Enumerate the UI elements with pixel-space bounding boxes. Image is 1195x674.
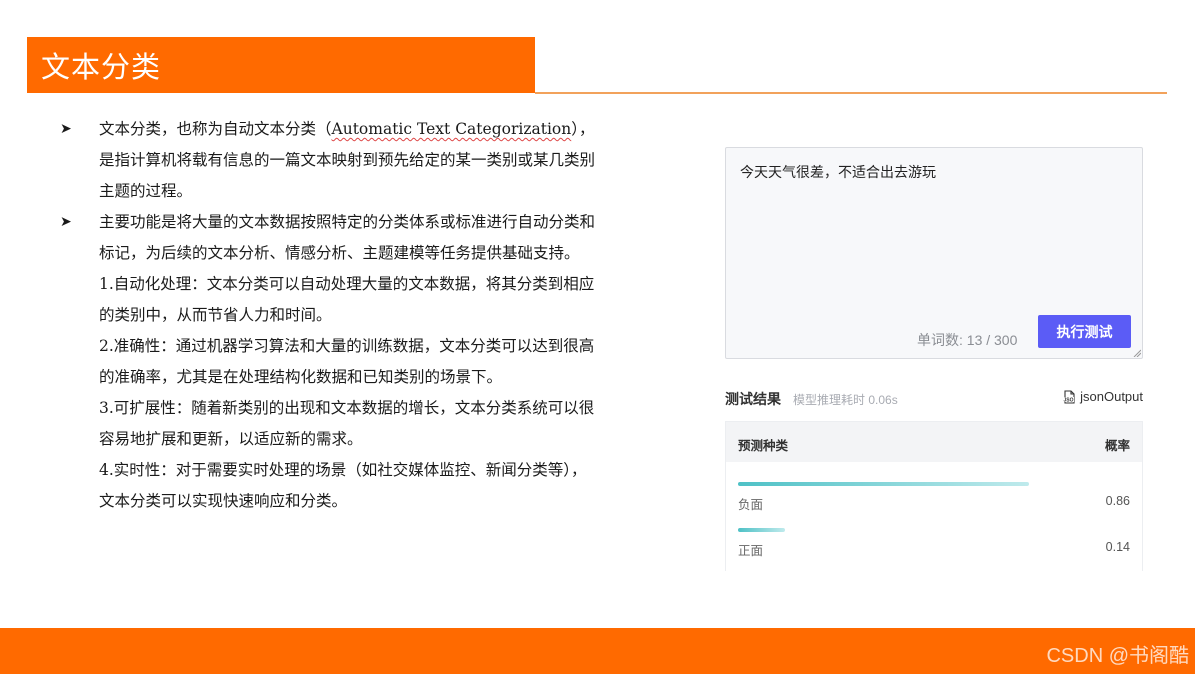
inference-time: 模型推理耗时 0.06s [793,393,898,407]
watermark: CSDN @书阁酷 [1046,645,1189,667]
feature-line: 1.自动化处理：文本分类可以自动处理大量的文本数据，将其分类到相应 [99,275,595,293]
bullet-line: 标记，为后续的文本分析、情感分析、主题建模等任务提供基础支持。 [99,244,580,262]
bullet-line: 是指计算机将载有信息的一篇文本映射到预先给定的某一类别或某几类别 [99,151,596,169]
word-count: 单词数: 13 / 300 [917,332,1018,348]
column-probability: 概率 [1104,439,1130,453]
category-label: 正面 [738,544,764,558]
feature-line: 容易地扩展和更新，以适应新的需求。 [99,430,363,448]
text-span: Automatic Text Categorization [331,120,572,138]
bullet-line: 主题的过程。 [99,182,193,200]
feature-line: 3.可扩展性：随着新类别的出现和文本数据的增长，文本分类系统可以很 [99,399,595,417]
slide-title: 文本分类 [41,50,162,84]
footer-bar: CSDN @书阁酷 [0,628,1195,674]
probability-bar [738,482,1029,486]
arrow-bullet-icon: ➤ [60,214,72,230]
probability-bar-track [738,528,1076,532]
input-text[interactable]: 今天天气很差，不适合出去游玩 [740,162,936,182]
arrow-bullet-icon: ➤ [60,121,72,137]
table-row: 负面 0.86 [726,462,1142,512]
feature-line: 文本分类可以实现快速响应和分类。 [99,492,348,510]
json-output-toggle[interactable]: JSO jsonOutput [1062,389,1143,404]
run-test-button[interactable]: 执行测试 [1038,315,1131,348]
table-header: 预测种类 概率 [726,422,1142,462]
slide-content: ➤ 文本分类，也称为自动文本分类（Automatic Text Categori… [60,114,680,517]
result-header: 测试结果 模型推理耗时 0.06s JSO jsonOutput [725,388,1143,408]
bullet-line: 主要功能是将大量的文本数据按照特定的分类体系或标准进行自动分类和 [99,213,596,231]
feature-line: 的类别中，从而节省人力和时间。 [99,306,332,324]
slide-title-bar: 文本分类 [27,37,535,93]
feature-item: 2.准确性：通过机器学习算法和大量的训练数据，文本分类可以达到很高 的准确率，尤… [60,331,680,393]
json-file-icon: JSO [1063,389,1075,404]
table-row: 正面 0.14 [726,508,1142,558]
probability-value: 0.14 [1105,540,1130,554]
result-table: 预测种类 概率 负面 0.86 正面 0.14 [725,421,1143,571]
text-input-area[interactable]: 今天天气很差，不适合出去游玩 单词数: 13 / 300 执行测试 [725,147,1143,359]
feature-line: 2.准确性：通过机器学习算法和大量的训练数据，文本分类可以达到很高 [99,337,595,355]
json-output-label: jsonOutput [1080,389,1143,404]
feature-item: 4.实时性：对于需要实时处理的场景（如社交媒体监控、新闻分类等）， 文本分类可以… [60,455,680,517]
feature-item: 1.自动化处理：文本分类可以自动处理大量的文本数据，将其分类到相应 的类别中，从… [60,269,680,331]
svg-text:JSO: JSO [1064,397,1074,403]
bullet-paragraph: ➤ 主要功能是将大量的文本数据按照特定的分类体系或标准进行自动分类和 标记，为后… [60,207,680,269]
text-span: ）， [571,120,595,138]
title-divider [535,92,1167,94]
probability-value: 0.86 [1105,494,1130,508]
feature-item: 3.可扩展性：随着新类别的出现和文本数据的增长，文本分类系统可以很 容易地扩展和… [60,393,680,455]
column-category: 预测种类 [738,439,789,453]
result-title: 测试结果 [725,391,781,407]
bullet-line: 文本分类，也称为自动文本分类（Automatic Text Categoriza… [99,114,680,145]
text-span: 文本分类，也称为自动文本分类（ [99,120,332,138]
resize-handle-icon[interactable] [1133,349,1141,357]
feature-line: 4.实时性：对于需要实时处理的场景（如社交媒体监控、新闻分类等）， [99,461,587,479]
probability-bar [738,528,786,532]
bullet-paragraph: ➤ 文本分类，也称为自动文本分类（Automatic Text Categori… [60,114,680,207]
probability-bar-track [738,482,1076,486]
feature-line: 的准确率，尤其是在处理结构化数据和已知类别的场景下。 [99,368,503,386]
